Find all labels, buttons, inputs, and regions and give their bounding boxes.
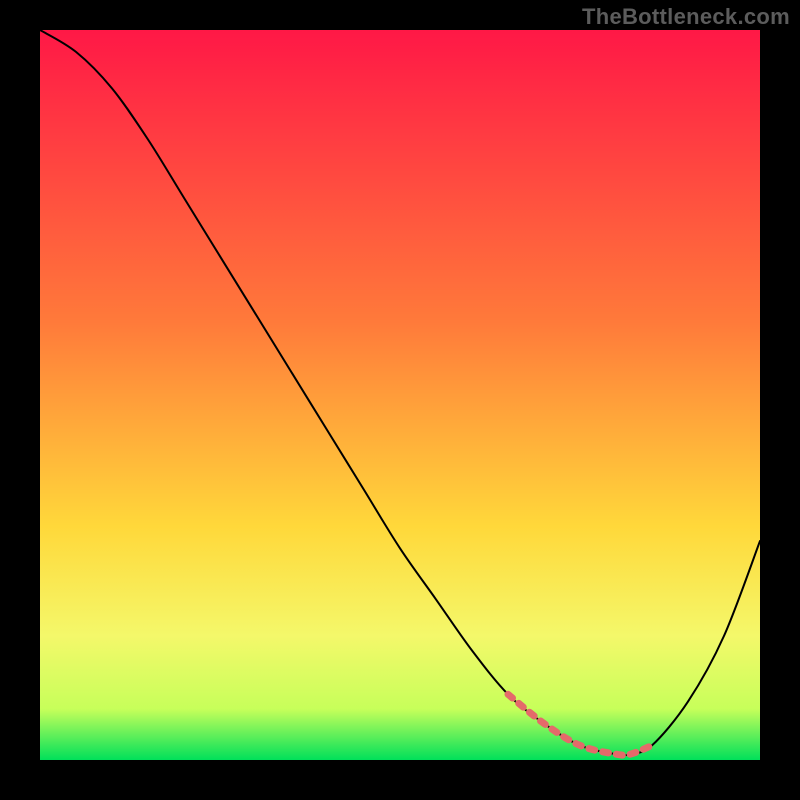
chart-svg <box>40 30 760 760</box>
plot-area <box>40 30 760 760</box>
watermark-text: TheBottleneck.com <box>582 4 790 30</box>
chart-frame: TheBottleneck.com <box>0 0 800 800</box>
